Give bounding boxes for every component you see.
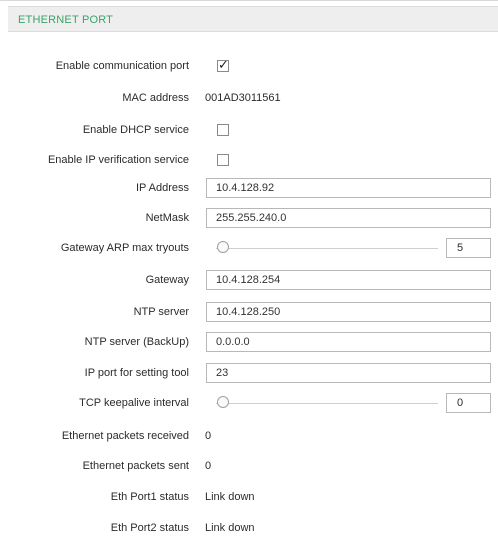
keepalive-slider-thumb[interactable] — [217, 396, 229, 408]
row-arp-tryouts: Gateway ARP max tryouts 5 — [0, 238, 498, 260]
netmask-label: NetMask — [145, 212, 189, 224]
row-gateway: Gateway 10.4.128.254 — [0, 270, 498, 292]
row-dhcp: Enable DHCP service — [0, 120, 498, 142]
enable-port-label: Enable communication port — [55, 60, 189, 72]
port2-status-label: Eth Port2 status — [110, 522, 189, 534]
arp-tryouts-slider-track[interactable] — [216, 248, 438, 249]
row-packets-sent: Ethernet packets sent 0 — [0, 456, 498, 478]
ip-address-input[interactable]: 10.4.128.92 — [206, 178, 491, 198]
packets-received-label: Ethernet packets received — [61, 430, 189, 442]
checkmark-icon: ✓ — [218, 57, 229, 72]
row-keepalive: TCP keepalive interval 0 — [0, 393, 498, 415]
dhcp-label: Enable DHCP service — [82, 124, 189, 136]
ip-address-label: IP Address — [136, 182, 189, 194]
keepalive-slider-track[interactable] — [216, 403, 438, 404]
ntp-label: NTP server — [133, 306, 189, 318]
ntp-input[interactable]: 10.4.128.250 — [206, 302, 491, 322]
row-ntp-backup: NTP server (BackUp) 0.0.0.0 — [0, 332, 498, 354]
port1-status-label: Eth Port1 status — [110, 491, 189, 503]
ntp-backup-input[interactable]: 0.0.0.0 — [206, 332, 491, 352]
row-mac: MAC address 001AD3011561 — [0, 88, 498, 110]
row-ntp: NTP server 10.4.128.250 — [0, 302, 498, 324]
panel-title: ETHERNET PORT — [18, 14, 114, 26]
arp-tryouts-slider-thumb[interactable] — [217, 241, 229, 253]
packets-sent-value: 0 — [205, 460, 212, 472]
row-ip-verify: Enable IP verification service — [0, 150, 498, 172]
mac-value: 001AD3011561 — [205, 92, 281, 104]
top-divider — [0, 0, 498, 1]
row-enable-port: Enable communication port ✓ — [0, 56, 498, 78]
keepalive-label: TCP keepalive interval — [79, 397, 189, 409]
port2-status-value: Link down — [205, 522, 255, 534]
enable-port-checkbox[interactable]: ✓ — [217, 57, 229, 72]
ip-port-tool-input[interactable]: 23 — [206, 363, 491, 383]
keepalive-input[interactable]: 0 — [446, 393, 491, 413]
arp-tryouts-input[interactable]: 5 — [446, 238, 491, 258]
row-netmask: NetMask 255.255.240.0 — [0, 208, 498, 230]
row-ip-address: IP Address 10.4.128.92 — [0, 178, 498, 200]
dhcp-checkbox[interactable] — [217, 124, 229, 136]
ip-verify-label: Enable IP verification service — [47, 154, 189, 166]
ip-verify-checkbox[interactable] — [217, 154, 229, 166]
mac-label: MAC address — [122, 92, 189, 104]
gateway-input[interactable]: 10.4.128.254 — [206, 270, 491, 290]
arp-tryouts-label: Gateway ARP max tryouts — [60, 242, 189, 254]
row-port1-status: Eth Port1 status Link down — [0, 487, 498, 509]
gateway-label: Gateway — [145, 274, 189, 286]
row-ip-port-tool: IP port for setting tool 23 — [0, 363, 498, 385]
netmask-input[interactable]: 255.255.240.0 — [206, 208, 491, 228]
row-packets-received: Ethernet packets received 0 — [0, 426, 498, 448]
port1-status-value: Link down — [205, 491, 255, 503]
ntp-backup-label: NTP server (BackUp) — [84, 336, 189, 348]
panel-header: ETHERNET PORT — [8, 6, 498, 32]
packets-sent-label: Ethernet packets sent — [82, 460, 189, 472]
ip-port-tool-label: IP port for setting tool — [84, 367, 189, 379]
packets-received-value: 0 — [205, 430, 212, 442]
row-port2-status: Eth Port2 status Link down — [0, 518, 498, 540]
